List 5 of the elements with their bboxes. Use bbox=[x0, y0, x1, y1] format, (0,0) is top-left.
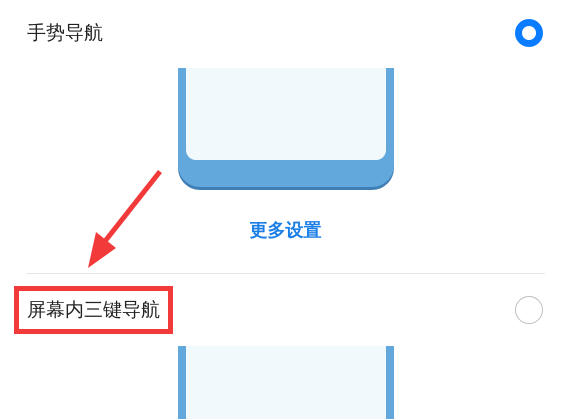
radio-button[interactable] bbox=[515, 296, 543, 324]
option-label: 屏幕内三键导航 bbox=[14, 286, 173, 334]
option-label: 手势导航 bbox=[27, 22, 103, 44]
radio-button[interactable] bbox=[515, 19, 543, 47]
more-settings-link[interactable]: 更多设置 bbox=[250, 216, 322, 244]
